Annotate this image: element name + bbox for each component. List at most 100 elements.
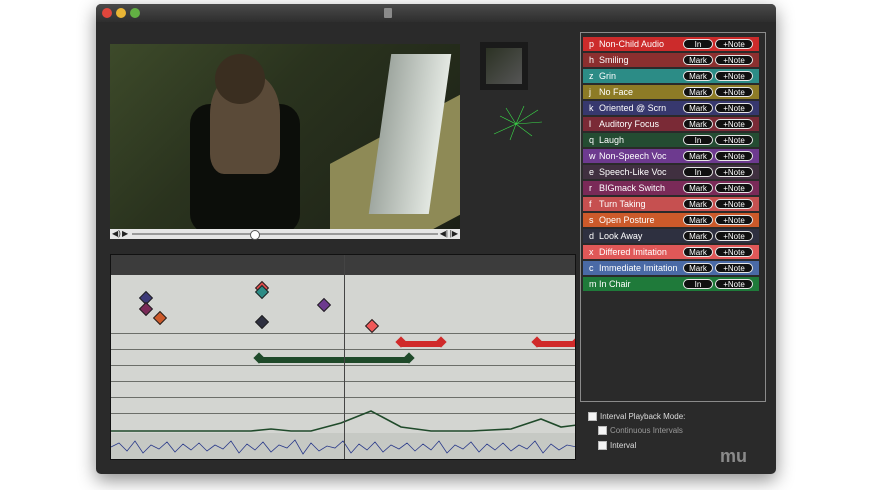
code-row[interactable]: z Grin Mark +Note — [583, 69, 759, 83]
mark-in-button[interactable]: Mark — [683, 231, 713, 241]
document-icon — [384, 8, 392, 18]
interval-bar[interactable] — [537, 341, 575, 347]
code-key: w — [589, 151, 596, 161]
add-note-button[interactable]: +Note — [715, 135, 753, 145]
playback-bar[interactable]: ◀) ▶ ◀| |▶ — [110, 229, 460, 240]
code-key: k — [589, 103, 594, 113]
volume-icon[interactable]: ◀) — [112, 229, 121, 239]
code-label: Smiling — [599, 55, 629, 65]
code-key: r — [589, 183, 592, 193]
code-key: p — [589, 39, 595, 49]
add-note-button[interactable]: +Note — [715, 263, 753, 273]
motion-plot — [493, 105, 543, 141]
add-note-button[interactable]: +Note — [715, 231, 753, 241]
code-row[interactable]: r BIGmack Switch Mark +Note — [583, 181, 759, 195]
add-note-button[interactable]: +Note — [715, 167, 753, 177]
add-note-button[interactable]: +Note — [715, 199, 753, 209]
video-thumbnail[interactable] — [480, 42, 528, 90]
video-player[interactable] — [110, 44, 460, 229]
close-window-button[interactable] — [102, 8, 112, 18]
code-row[interactable]: f Turn Taking Mark +Note — [583, 197, 759, 211]
code-label: Differed Imitation — [599, 247, 667, 257]
code-row[interactable]: p Non-Child Audio In +Note — [583, 37, 759, 51]
add-note-button[interactable]: +Note — [715, 279, 753, 289]
code-label: Grin — [599, 71, 617, 81]
add-note-button[interactable]: +Note — [715, 71, 753, 81]
event-marker[interactable] — [316, 297, 332, 313]
scrub-track[interactable] — [132, 233, 438, 235]
mark-in-button[interactable]: Mark — [683, 247, 713, 257]
code-row[interactable]: l Auditory Focus Mark +Note — [583, 117, 759, 131]
audio-waveform — [111, 433, 575, 459]
timeline-playhead[interactable] — [344, 255, 345, 459]
interval-playback-checkbox[interactable] — [588, 412, 597, 421]
code-label: Laugh — [599, 135, 625, 145]
add-note-button[interactable]: +Note — [715, 87, 753, 97]
code-label: No Face — [599, 87, 634, 97]
code-row[interactable]: m In Chair In +Note — [583, 277, 759, 291]
add-note-button[interactable]: +Note — [715, 247, 753, 257]
zoom-window-button[interactable] — [130, 8, 140, 18]
scrub-knob[interactable] — [250, 230, 260, 240]
interval-checkbox[interactable] — [598, 441, 607, 450]
mark-in-button[interactable]: Mark — [683, 71, 713, 81]
code-key: l — [589, 119, 591, 129]
mark-in-button[interactable]: In — [683, 39, 713, 49]
code-row[interactable]: k Oriented @ Scrn Mark +Note — [583, 101, 759, 115]
code-key: e — [589, 167, 595, 177]
mark-in-button[interactable]: Mark — [683, 55, 713, 65]
mark-in-button[interactable]: Mark — [683, 263, 713, 273]
code-key: f — [589, 199, 592, 209]
event-marker[interactable] — [138, 301, 154, 317]
add-note-button[interactable]: +Note — [715, 39, 753, 49]
code-row[interactable]: x Differed Imitation Mark +Note — [583, 245, 759, 259]
code-label: Oriented @ Scrn — [599, 103, 667, 113]
mark-in-button[interactable]: In — [683, 135, 713, 145]
mark-in-button[interactable]: Mark — [683, 215, 713, 225]
code-key: s — [589, 215, 594, 225]
code-label: BIGmack Switch — [599, 183, 666, 193]
code-row[interactable]: c Immediate Imitation Mark +Note — [583, 261, 759, 275]
timeline-ruler — [111, 255, 575, 275]
step-forward-icon[interactable]: |▶ — [450, 229, 458, 239]
code-label: In Chair — [599, 279, 631, 289]
interval-label: Interval — [610, 441, 637, 450]
code-label: Immediate Imitation — [599, 263, 678, 273]
event-marker[interactable] — [152, 310, 168, 326]
code-key: z — [589, 71, 594, 81]
add-note-button[interactable]: +Note — [715, 55, 753, 65]
code-row[interactable]: s Open Posture Mark +Note — [583, 213, 759, 227]
code-row[interactable]: e Speech-Like Voc In +Note — [583, 165, 759, 179]
mark-in-button[interactable]: Mark — [683, 183, 713, 193]
play-icon[interactable]: ▶ — [122, 229, 128, 239]
interval-bar[interactable] — [401, 341, 441, 347]
mark-in-button[interactable]: Mark — [683, 103, 713, 113]
mark-in-button[interactable]: Mark — [683, 119, 713, 129]
minimize-window-button[interactable] — [116, 8, 126, 18]
event-marker[interactable] — [364, 318, 380, 334]
continuous-intervals-checkbox[interactable] — [598, 426, 607, 435]
event-marker[interactable] — [254, 314, 270, 330]
code-key: d — [589, 231, 595, 241]
add-note-button[interactable]: +Note — [715, 103, 753, 113]
continuous-intervals-label: Continuous Intervals — [610, 426, 683, 435]
add-note-button[interactable]: +Note — [715, 183, 753, 193]
step-back-icon[interactable]: ◀| — [440, 229, 448, 239]
add-note-button[interactable]: +Note — [715, 119, 753, 129]
event-timeline[interactable] — [110, 254, 576, 460]
mark-in-button[interactable]: In — [683, 167, 713, 177]
add-note-button[interactable]: +Note — [715, 151, 753, 161]
add-note-button[interactable]: +Note — [715, 215, 753, 225]
interval-bar[interactable] — [259, 357, 409, 363]
mark-in-button[interactable]: Mark — [683, 199, 713, 209]
code-row[interactable]: j No Face Mark +Note — [583, 85, 759, 99]
mark-in-button[interactable]: Mark — [683, 151, 713, 161]
code-row[interactable]: h Smiling Mark +Note — [583, 53, 759, 67]
code-row[interactable]: d Look Away Mark +Note — [583, 229, 759, 243]
mark-in-button[interactable]: In — [683, 279, 713, 289]
mark-in-button[interactable]: Mark — [683, 87, 713, 97]
code-key: c — [589, 263, 594, 273]
code-row[interactable]: q Laugh In +Note — [583, 133, 759, 147]
code-row[interactable]: w Non-Speech Voc Mark +Note — [583, 149, 759, 163]
code-label: Auditory Focus — [599, 119, 660, 129]
